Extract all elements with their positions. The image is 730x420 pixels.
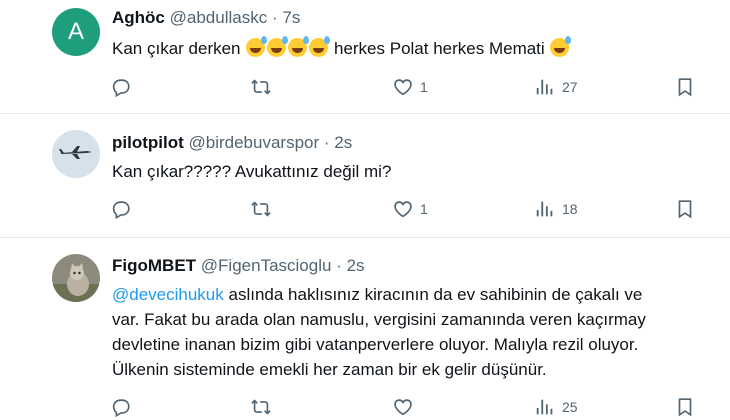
tweet-text-line: @devecihukuk aslında haklısınız kiracını… (112, 282, 646, 307)
separator: · (323, 133, 330, 152)
bookmark-icon (678, 200, 692, 219)
like-count: 1 (420, 79, 428, 95)
display-name[interactable]: pilotpilot (112, 133, 184, 152)
bookmark-icon (678, 398, 692, 417)
mention-link[interactable]: @devecihukuk (112, 285, 224, 304)
grinning-sweat-emoji-icon (267, 36, 289, 57)
tweet-header: Aghöc @abdullaskc · 7s (112, 8, 300, 28)
action-bar: 25 (0, 396, 730, 420)
timestamp[interactable]: 7s (282, 8, 300, 27)
tweet-text-part: Kan çıkar derken (112, 39, 241, 58)
views-button[interactable]: 25 (534, 396, 578, 418)
views-icon (536, 201, 553, 217)
tweet-text-line: devletine inanan bizim gibi vatanperverl… (112, 335, 639, 354)
views-count: 18 (562, 201, 578, 217)
retweet-icon (251, 201, 271, 217)
tweet-text: @devecihukuk aslında haklısınız kiracını… (112, 282, 646, 382)
avatar[interactable]: A (52, 8, 100, 56)
like-icon (394, 79, 412, 96)
tweet-header: pilotpilot @birdebuvarspor · 2s (112, 133, 352, 153)
action-bar: 1 27 (0, 76, 730, 100)
timestamp[interactable]: 2s (334, 133, 352, 152)
reply-button[interactable] (110, 396, 132, 418)
views-count: 27 (562, 79, 578, 95)
airplane-avatar-icon (52, 130, 100, 178)
cat-photo-avatar-icon (52, 254, 100, 302)
bookmark-icon (678, 78, 692, 97)
like-button[interactable] (392, 396, 414, 418)
display-name[interactable]: Aghöc (112, 8, 165, 27)
tweet[interactable]: FigoMBET @FigenTascioglu · 2s @devecihuk… (0, 238, 730, 420)
tweet[interactable]: A Aghöc @abdullaskc · 7s Kan çıkar derke… (0, 0, 730, 112)
tweet-text-line: Ülkenin sisteminde emekli her zaman bir … (112, 360, 547, 379)
like-button[interactable]: 1 (392, 198, 428, 220)
reply-button[interactable] (110, 76, 132, 98)
action-bar: 1 18 (0, 198, 730, 222)
like-icon (394, 399, 412, 416)
bookmark-button[interactable] (674, 396, 696, 418)
retweet-button[interactable] (250, 396, 272, 418)
timestamp[interactable]: 2s (347, 256, 365, 275)
tweet-text-part: aslında haklısınız kiracının da ev sahib… (223, 285, 643, 304)
like-icon (394, 201, 412, 218)
user-handle[interactable]: @abdullaskc (170, 8, 268, 27)
reply-icon (112, 399, 130, 418)
separator: · (336, 256, 342, 275)
grinning-sweat-emoji-icon (246, 36, 268, 57)
reply-icon (112, 201, 130, 220)
views-button[interactable]: 27 (534, 76, 578, 98)
retweet-button[interactable] (250, 76, 272, 98)
tweet-text: Kan çıkar????? Avukattınız değil mi? (112, 162, 392, 181)
tweet-header: FigoMBET @FigenTascioglu · 2s (112, 256, 365, 276)
avatar-letter: A (67, 18, 84, 45)
display-name[interactable]: FigoMBET (112, 256, 196, 275)
views-icon (536, 79, 553, 95)
retweet-button[interactable] (250, 198, 272, 220)
retweet-icon (251, 399, 271, 415)
grinning-sweat-emoji-icon (288, 36, 310, 57)
reply-button[interactable] (110, 198, 132, 220)
retweet-icon (251, 79, 271, 95)
user-handle[interactable]: @birdebuvarspor (189, 133, 320, 152)
separator: · (271, 8, 278, 27)
tweet-text-line: var. Fakat bu arada olan namuslu, vergis… (112, 310, 646, 329)
tweet[interactable]: pilotpilot @birdebuvarspor · 2s Kan çıka… (0, 114, 730, 236)
views-button[interactable]: 18 (534, 198, 578, 220)
tweet-text-part: herkes Polat herkes Memati (333, 39, 545, 58)
like-count: 1 (420, 201, 428, 217)
grinning-sweat-emoji-icon (550, 36, 572, 57)
views-count: 25 (562, 399, 578, 415)
grinning-sweat-emoji-icon (309, 36, 331, 57)
user-handle[interactable]: @FigenTascioglu (201, 256, 332, 275)
avatar[interactable] (52, 254, 100, 302)
like-button[interactable]: 1 (392, 76, 428, 98)
tweet-text: Kan çıkar derken herkes Polat herkes Mem… (112, 36, 572, 61)
bookmark-button[interactable] (674, 198, 696, 220)
views-icon (536, 399, 553, 415)
reply-icon (112, 79, 130, 98)
avatar[interactable] (52, 130, 100, 178)
bookmark-button[interactable] (674, 76, 696, 98)
